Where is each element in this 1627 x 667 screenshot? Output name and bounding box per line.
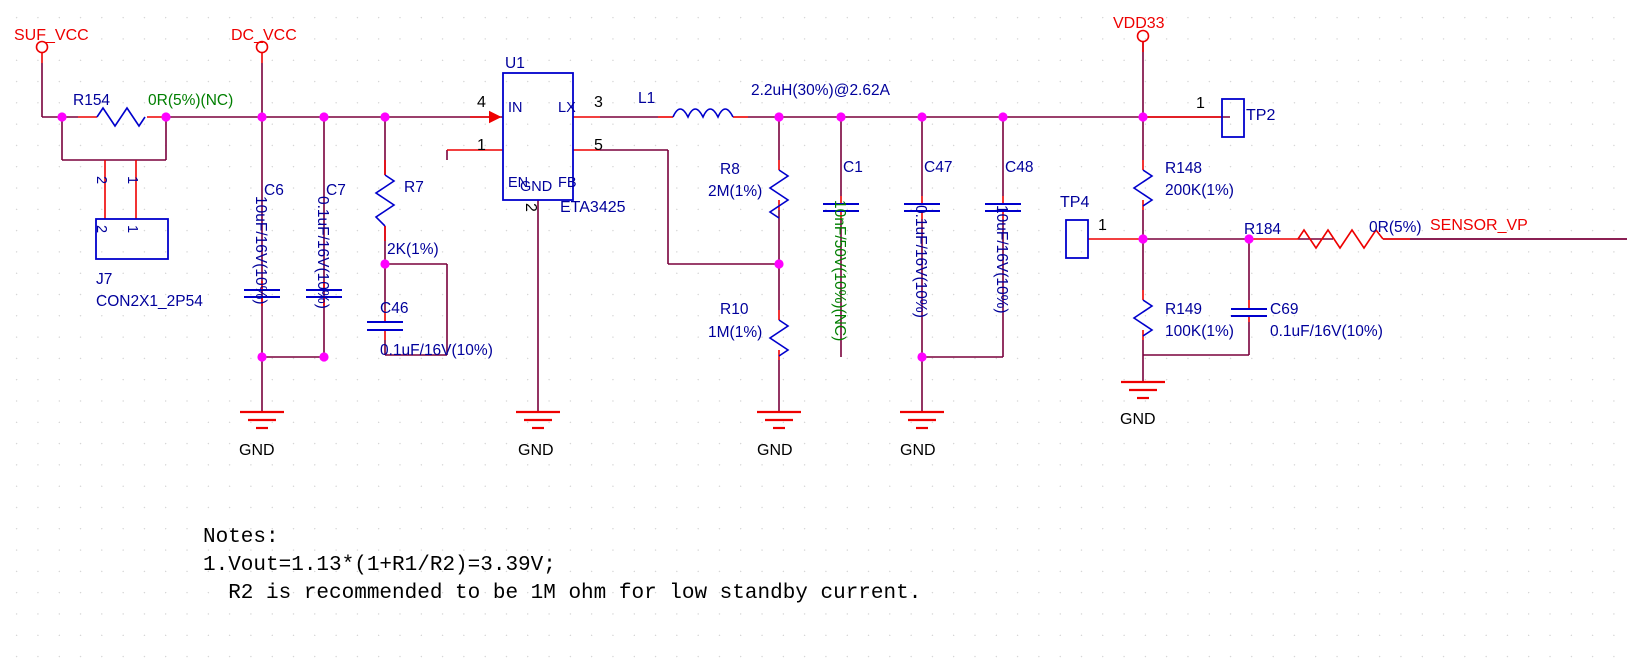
designator-r148: R148 <box>1165 160 1203 177</box>
designator-c1: C1 <box>843 159 863 176</box>
designator-c47: C47 <box>924 159 953 176</box>
designator-l1: L1 <box>638 90 656 107</box>
pin-name-u1-lx: LX <box>558 100 576 116</box>
notes-line-2: R2 is recommended to be 1M ohm for low s… <box>203 582 922 605</box>
value-r154: 0R(5%)(NC) <box>148 92 234 109</box>
schematic-canvas: SUF_VCC DC_VCC VDD33 SENSOR_VP R154 0R(5… <box>0 0 1627 667</box>
pin-name-u1-gnd: GND <box>520 179 553 195</box>
resistor-r154-symbol <box>96 106 146 128</box>
value-c1: 10nF/50V(10%)(NC) <box>831 200 848 342</box>
value-c48: 10uF/16V(10%) <box>993 205 1010 314</box>
pin-number-u1-2: 2 <box>522 203 539 212</box>
designator-tp2: TP2 <box>1246 107 1276 124</box>
pin-number-u1-1: 1 <box>477 137 486 154</box>
pin-label-j7-1: 1 <box>124 225 140 234</box>
part-name-u1: ETA3425 <box>560 199 626 216</box>
value-c47: 0.1uF/16V(10%) <box>912 205 929 318</box>
designator-r8: R8 <box>720 161 740 178</box>
value-j7: CON2X1_2P54 <box>96 293 203 310</box>
net-label-dc-vcc[interactable]: DC_VCC <box>231 28 297 44</box>
pin-label-j7-top-2: 2 <box>93 176 109 185</box>
value-r7: 2K(1%) <box>387 241 439 258</box>
value-c69: 0.1uF/16V(10%) <box>1270 323 1383 340</box>
value-r148: 200K(1%) <box>1165 182 1234 199</box>
pin-name-u1-fb: FB <box>558 175 577 191</box>
net-label-suf-vcc[interactable]: SUF_VCC <box>14 28 89 44</box>
designator-r7: R7 <box>404 179 424 196</box>
pin-name-u1-in: IN <box>508 100 523 116</box>
pin-label-j7-2: 2 <box>93 225 109 234</box>
ground-label-2: GND <box>518 442 554 459</box>
inductor-l1-symbol <box>672 108 734 119</box>
value-l1: 2.2uH(30%)@2.62A <box>751 82 890 99</box>
notes-line-1: 1.Vout=1.13*(1+R1/R2)=3.39V; <box>203 554 556 577</box>
value-c7: 0.1uF/16V(10%) <box>314 196 331 309</box>
net-label-sensor-vp[interactable]: SENSOR_VP <box>1430 218 1528 234</box>
designator-r154: R154 <box>73 92 111 109</box>
pin-number-u1-5: 5 <box>594 137 603 154</box>
pin-number-tp2-1: 1 <box>1196 95 1205 112</box>
ground-symbols <box>240 380 1165 430</box>
notes-heading: Notes: <box>203 526 279 549</box>
resistor-r7-symbol <box>374 174 396 227</box>
designator-r149: R149 <box>1165 301 1203 318</box>
designator-c46: C46 <box>380 300 409 317</box>
pin-number-u1-4: 4 <box>477 94 486 111</box>
value-r8: 2M(1%) <box>708 183 763 200</box>
designator-c69: C69 <box>1270 301 1299 318</box>
designator-u1: U1 <box>505 55 525 72</box>
testpoint-tp4-body <box>1065 219 1089 259</box>
designator-j7: J7 <box>96 271 113 288</box>
value-r184: 0R(5%) <box>1369 219 1422 236</box>
ground-label-4: GND <box>900 442 936 459</box>
pin-number-u1-3: 3 <box>594 94 603 111</box>
pin-label-j7-top-1: 1 <box>124 176 140 185</box>
value-r149: 100K(1%) <box>1165 323 1234 340</box>
testpoint-tp2-body <box>1221 98 1245 138</box>
ground-label-3: GND <box>757 442 793 459</box>
value-c46: 0.1uF/16V(10%) <box>380 342 493 359</box>
net-label-vdd33[interactable]: VDD33 <box>1113 16 1165 32</box>
pin-number-tp4-1: 1 <box>1098 217 1107 234</box>
designator-c48: C48 <box>1005 159 1034 176</box>
ground-label-1: GND <box>239 442 275 459</box>
designator-tp4: TP4 <box>1060 194 1090 211</box>
designator-r184: R184 <box>1244 221 1282 238</box>
value-r10: 1M(1%) <box>708 324 763 341</box>
ground-label-5: GND <box>1120 411 1156 428</box>
net-port-circles <box>35 29 1150 54</box>
designator-r10: R10 <box>720 301 749 318</box>
value-c6: 10uF/16V(10%) <box>252 196 269 305</box>
